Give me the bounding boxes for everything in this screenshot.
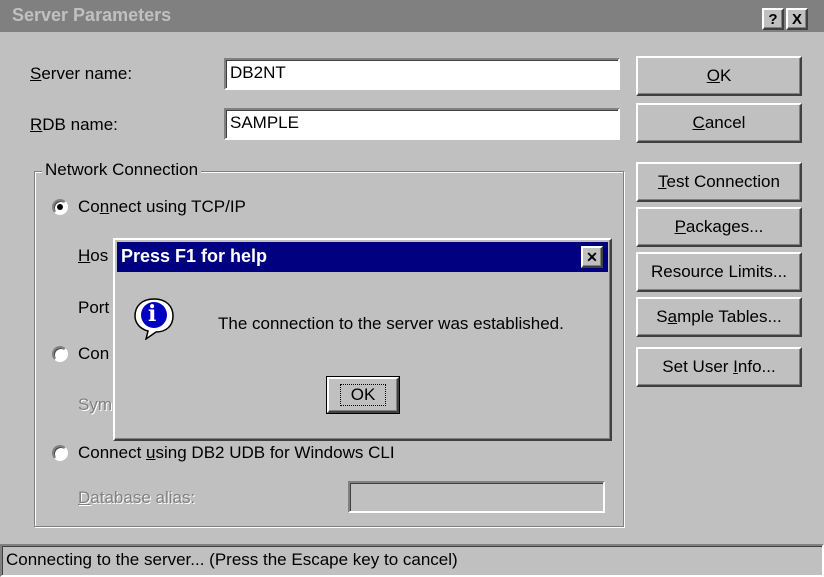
- radio-selected-dot: [57, 204, 63, 210]
- dialog-close-button[interactable]: ✕: [581, 246, 603, 268]
- help-icon: ?: [768, 10, 778, 28]
- help-button[interactable]: ?: [762, 8, 784, 30]
- close-icon: X: [791, 10, 802, 28]
- dialog-ok-button[interactable]: OK: [327, 377, 399, 413]
- port-label: Port: [78, 298, 110, 317]
- server-name-value: DB2NT: [230, 63, 286, 82]
- title-bar-right: [808, 0, 824, 32]
- ok-button[interactable]: OK: [636, 56, 802, 96]
- cli-radio[interactable]: [52, 445, 68, 461]
- dialog-ok-button-frame: OK: [326, 376, 400, 414]
- rdb-name-label: RDB name:: [30, 115, 118, 134]
- rdb-name-input[interactable]: SAMPLE: [224, 108, 620, 140]
- window-title: Server Parameters: [12, 5, 172, 25]
- symbolic-label: Sym: [78, 395, 112, 414]
- tcp-ip-radio[interactable]: [52, 199, 68, 215]
- resource-limits-button[interactable]: Resource Limits...: [636, 252, 802, 292]
- rdb-name-value: SAMPLE: [230, 113, 299, 132]
- sample-tables-button[interactable]: Sample Tables...: [636, 297, 802, 337]
- info-glyph: i: [148, 301, 157, 327]
- cli-label[interactable]: Connect using DB2 UDB for Windows CLI: [78, 443, 395, 463]
- database-alias-input[interactable]: [348, 481, 605, 513]
- database-alias-label: Database alias:: [78, 488, 196, 507]
- dialog-title-bar: Press F1 for help ✕: [117, 242, 608, 272]
- test-connection-button[interactable]: Test Connection: [636, 162, 802, 202]
- info-icon: i: [132, 296, 176, 341]
- dialog-ok-label: OK: [339, 384, 387, 406]
- cancel-button-label: Cancel: [692, 113, 746, 132]
- status-bar: Connecting to the server... (Press the E…: [0, 544, 824, 577]
- packages-button[interactable]: Packages...: [636, 207, 802, 247]
- status-text: Connecting to the server... (Press the E…: [6, 550, 458, 569]
- server-name-label: Server name:: [30, 64, 133, 83]
- dialog-title: Press F1 for help: [121, 246, 268, 266]
- close-button[interactable]: X: [786, 8, 808, 30]
- title-bar: Server Parameters: [0, 0, 808, 32]
- host-label: Hos: [78, 246, 109, 265]
- help-dialog: Press F1 for help ✕ i The connection to …: [113, 238, 612, 441]
- sample-tables-label: Sample Tables...: [656, 307, 782, 326]
- set-user-info-button[interactable]: Set User Info...: [636, 347, 802, 387]
- cancel-button[interactable]: Cancel: [636, 103, 802, 143]
- close-icon: ✕: [586, 248, 598, 265]
- tcp-ip-label[interactable]: Connect using TCP/IP: [78, 197, 246, 217]
- connection-radio[interactable]: [52, 346, 68, 362]
- server-name-input[interactable]: DB2NT: [224, 58, 620, 90]
- connection-label[interactable]: Con: [78, 344, 109, 364]
- packages-label: Packages...: [674, 217, 764, 236]
- test-connection-label: Test Connection: [658, 172, 780, 191]
- set-user-info-label: Set User Info...: [662, 357, 776, 376]
- ok-button-label: OK: [706, 66, 732, 85]
- network-connection-legend: Network Connection: [42, 160, 202, 180]
- resource-limits-label: Resource Limits...: [650, 262, 788, 281]
- dialog-message: The connection to the server was establi…: [218, 314, 564, 333]
